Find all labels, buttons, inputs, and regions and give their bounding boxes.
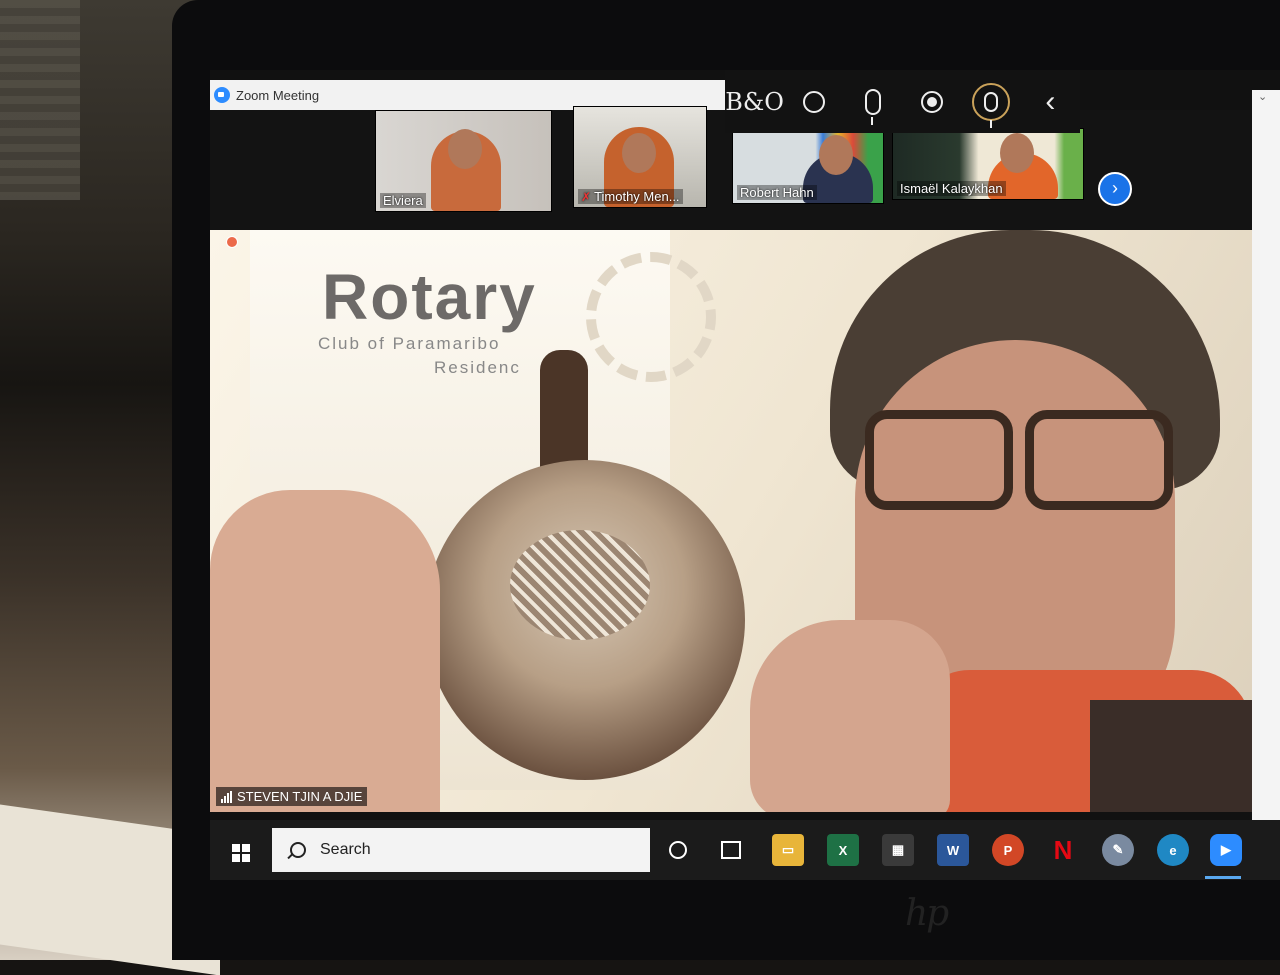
- participant-tile[interactable]: Elviera: [375, 110, 552, 212]
- record-dot-icon: [921, 90, 944, 113]
- trophy-pattern: [510, 530, 650, 640]
- participant-head: [1000, 133, 1034, 173]
- next-page-button[interactable]: ›: [1098, 172, 1132, 206]
- speaker-jacket: [1090, 700, 1252, 812]
- participant-tile[interactable]: Ismaël Kalaykhan: [892, 128, 1084, 200]
- zoom-app-icon: [214, 87, 230, 103]
- right-hand: [750, 620, 950, 812]
- active-app-indicator: [1205, 876, 1241, 879]
- side-panel-chevron-icon[interactable]: ⌄: [1258, 90, 1267, 103]
- file-explorer-icon[interactable]: ▭: [772, 834, 804, 866]
- signal-strength-icon: [221, 790, 232, 803]
- microphone-icon: [864, 88, 881, 125]
- participant-name: Robert Hahn: [737, 185, 817, 200]
- voice-assistant-button[interactable]: [966, 77, 1016, 128]
- store-icon[interactable]: ▦: [882, 834, 914, 866]
- left-hand: [210, 490, 440, 812]
- active-speaker-video: Rotary Club of Paramaribo Residenc STEVE…: [210, 230, 1252, 812]
- excel-icon[interactable]: X: [827, 834, 859, 866]
- zoom-taskbar-icon[interactable]: ▶: [1210, 834, 1242, 866]
- window-shade: [0, 0, 80, 200]
- glasses-lens-left: [865, 410, 1013, 510]
- task-view-icon[interactable]: [715, 834, 747, 866]
- participant-name: Ismaël Kalaykhan: [897, 181, 1006, 196]
- ring-icon: [802, 90, 825, 113]
- side-panel: ⌄: [1252, 90, 1280, 880]
- voice-wave-icon: [972, 82, 1011, 128]
- taskbar-search-box[interactable]: Search: [272, 828, 650, 872]
- bo-logo: B&O: [725, 87, 784, 116]
- hp-logo: hp: [905, 893, 949, 934]
- participant-tile[interactable]: Robert Hahn: [732, 132, 884, 204]
- glasses-lens-right: [1025, 410, 1173, 510]
- collapse-chevron-icon[interactable]: ‹: [1025, 77, 1075, 127]
- rotary-wheel-logo: [586, 252, 716, 382]
- record-button[interactable]: [789, 77, 839, 127]
- speaker-name-tag: STEVEN TJIN A DJIE: [216, 787, 368, 806]
- netflix-icon[interactable]: N: [1047, 834, 1079, 866]
- banner-subtitle: Club of Paramaribo: [318, 334, 501, 353]
- mic-button[interactable]: [848, 77, 898, 127]
- participant-name: Elviera: [380, 193, 426, 208]
- windows-taskbar: Search ▭ X ▦ W P N ✎ e ▶: [210, 820, 1280, 880]
- participant-head: [448, 129, 482, 169]
- powerpoint-icon[interactable]: P: [992, 834, 1024, 866]
- paint-icon[interactable]: ✎: [1102, 834, 1134, 866]
- edge-icon[interactable]: e: [1157, 834, 1189, 866]
- participant-head: [819, 135, 853, 175]
- search-label: Search: [320, 841, 371, 858]
- participant-head: [622, 133, 656, 173]
- word-icon[interactable]: W: [937, 834, 969, 866]
- laptop-screen: Zoom Meeting ⌄ Elviera ✗ Timothy Men... R…: [210, 70, 1280, 880]
- participant-tile[interactable]: ✗ Timothy Men...: [573, 106, 707, 208]
- camera-toggle-button[interactable]: [907, 77, 957, 127]
- windows-start-icon[interactable]: [232, 844, 250, 862]
- banner-subtitle-2: Residenc: [434, 358, 521, 377]
- recording-indicator-icon: [226, 236, 238, 248]
- floating-control-bar: B&O ‹: [725, 70, 1080, 133]
- speaker-glasses: [865, 410, 1173, 510]
- window-title: Zoom Meeting: [236, 87, 320, 103]
- participant-name: ✗ Timothy Men...: [578, 189, 683, 204]
- muted-mic-icon: ✗: [581, 190, 592, 204]
- speaker-name: STEVEN TJIN A DJIE: [237, 789, 363, 804]
- banner-title: Rotary: [322, 261, 537, 333]
- cortana-icon[interactable]: [662, 834, 694, 866]
- search-icon: [290, 842, 306, 858]
